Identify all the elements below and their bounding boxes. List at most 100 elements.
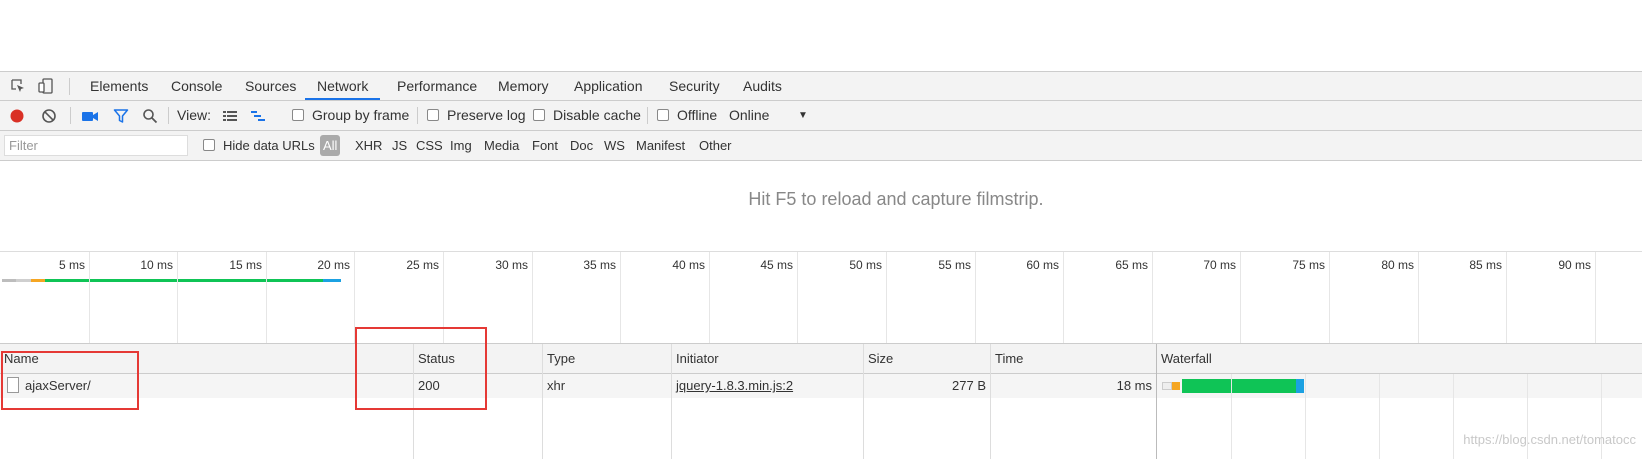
overview-tick-label: 35 ms: [583, 258, 616, 272]
overview-tick-label: 75 ms: [1292, 258, 1325, 272]
throttling-value: Online: [729, 107, 770, 123]
toolbar-divider: [417, 107, 418, 124]
group-by-frame-checkbox[interactable]: Group by frame: [292, 101, 409, 130]
throttling-select[interactable]: Online: [729, 101, 769, 130]
overview-tick-label: 90 ms: [1558, 258, 1591, 272]
chevron-down-icon[interactable]: ▼: [798, 101, 808, 130]
filter-type-other[interactable]: Other: [697, 135, 734, 156]
initiator-link[interactable]: jquery-1.8.3.min.js:2: [676, 378, 793, 393]
column-header-time[interactable]: Time: [991, 344, 1157, 373]
column-divider[interactable]: [671, 344, 672, 459]
filter-type-css[interactable]: CSS: [414, 135, 445, 156]
column-header-waterfall[interactable]: Waterfall: [1157, 344, 1642, 373]
column-divider[interactable]: [990, 344, 991, 459]
tab-performance[interactable]: Performance: [385, 72, 489, 100]
devtools-tabbar: Elements Console Sources Network Perform…: [0, 71, 1642, 101]
filter-type-manifest[interactable]: Manifest: [634, 135, 687, 156]
overview-tick-label: 10 ms: [140, 258, 173, 272]
overview-tick-label: 55 ms: [938, 258, 971, 272]
network-toolbar: View: Group by frame Preserve log Disabl…: [0, 101, 1642, 131]
filter-type-js[interactable]: JS: [390, 135, 409, 156]
waterfall-queue-bar: [1162, 382, 1172, 390]
overview-gridline: [89, 252, 90, 344]
table-row[interactable]: ajaxServer/ 200 xhr jquery-1.8.3.min.js:…: [0, 374, 1642, 398]
offline-label: Offline: [677, 107, 718, 123]
overview-tick-label: 45 ms: [760, 258, 793, 272]
overview-gridline: [709, 252, 710, 344]
column-divider[interactable]: [1156, 344, 1157, 459]
waterfall-ttfb-bar[interactable]: [1182, 379, 1296, 393]
filter-type-doc[interactable]: Doc: [568, 135, 595, 156]
screenshot-camera-icon[interactable]: [81, 108, 98, 124]
overview-gridline: [1595, 252, 1596, 344]
column-header-initiator[interactable]: Initiator: [672, 344, 864, 373]
overview-tick-label: 20 ms: [317, 258, 350, 272]
search-icon[interactable]: [142, 108, 158, 124]
overview-tick-label: 40 ms: [672, 258, 705, 272]
clear-icon[interactable]: [41, 108, 57, 124]
overview-stalled-bar: [31, 279, 45, 282]
tab-network[interactable]: Network: [305, 72, 381, 100]
highlight-box-name: [1, 351, 139, 410]
requests-table: Name Status Type Initiator Size Time Wat…: [0, 343, 1642, 459]
preserve-log-checkbox[interactable]: Preserve log: [427, 101, 526, 130]
filmstrip-message: Hit F5 to reload and capture filmstrip.: [748, 189, 1044, 209]
checkbox-box: [657, 109, 669, 121]
hide-data-urls-checkbox[interactable]: Hide data URLs: [203, 131, 315, 160]
filter-type-img[interactable]: Img: [448, 135, 474, 156]
filter-input[interactable]: [4, 135, 188, 156]
disable-cache-checkbox[interactable]: Disable cache: [533, 101, 641, 130]
overview-download-bar: [323, 279, 341, 282]
filter-type-media[interactable]: Media: [482, 135, 521, 156]
waterfall-gridline: [1379, 374, 1380, 459]
large-rows-icon[interactable]: [222, 108, 238, 124]
request-initiator-cell[interactable]: jquery-1.8.3.min.js:2: [676, 374, 793, 398]
filter-type-ws[interactable]: WS: [602, 135, 627, 156]
waterfall-gridline: [1305, 374, 1306, 459]
tab-console[interactable]: Console: [159, 72, 234, 100]
tab-application[interactable]: Application: [562, 72, 655, 100]
tab-security[interactable]: Security: [657, 72, 732, 100]
checkbox-box: [533, 109, 545, 121]
overview-tick-label: 5 ms: [58, 258, 85, 272]
filter-type-xhr[interactable]: XHR: [353, 135, 384, 156]
tab-elements[interactable]: Elements: [78, 72, 160, 100]
inspect-element-icon[interactable]: [10, 78, 26, 94]
filter-type-all[interactable]: All: [320, 135, 341, 156]
request-time: 18 ms: [1116, 378, 1152, 393]
highlight-box-status: [355, 327, 487, 410]
waterfall-overview-icon[interactable]: [250, 108, 266, 124]
overview-tick-label: 80 ms: [1381, 258, 1414, 272]
waterfall-gridline: [1453, 374, 1454, 459]
overview-tick-label: 85 ms: [1469, 258, 1502, 272]
overview-gridline: [886, 252, 887, 344]
network-overview-timeline[interactable]: 5 ms 10 ms 15 ms 20 ms 25 ms 30 ms 35 ms 40 ms 4…: [0, 251, 1642, 344]
filter-type-font[interactable]: Font: [530, 135, 560, 156]
column-header-type[interactable]: Type: [543, 344, 672, 373]
overview-tick-label: 30 ms: [495, 258, 528, 272]
tab-sources[interactable]: Sources: [233, 72, 308, 100]
column-divider[interactable]: [542, 344, 543, 459]
tab-audits[interactable]: Audits: [731, 72, 794, 100]
overview-ttfb-bar: [45, 279, 323, 282]
overview-gridline: [532, 252, 533, 344]
waterfall-download-bar[interactable]: [1296, 379, 1304, 393]
group-by-frame-label: Group by frame: [312, 107, 410, 123]
toolbar-divider: [647, 107, 648, 124]
tab-memory[interactable]: Memory: [486, 72, 561, 100]
overview-gridline: [620, 252, 621, 344]
watermark-text: https://blog.csdn.net/tomatocc: [1463, 432, 1636, 447]
column-header-size[interactable]: Size: [864, 344, 991, 373]
preserve-log-label: Preserve log: [447, 107, 526, 123]
checkbox-box: [203, 139, 215, 151]
overview-gridline: [1506, 252, 1507, 344]
checkbox-box: [427, 109, 439, 121]
overview-tick-label: 25 ms: [406, 258, 439, 272]
record-icon[interactable]: [9, 108, 25, 124]
toolbar-divider: [168, 107, 169, 124]
view-label: View:: [177, 107, 211, 123]
column-divider[interactable]: [863, 344, 864, 459]
offline-checkbox[interactable]: Offline: [657, 101, 717, 130]
filter-funnel-icon[interactable]: [113, 108, 129, 124]
device-toolbar-icon[interactable]: [38, 78, 54, 94]
